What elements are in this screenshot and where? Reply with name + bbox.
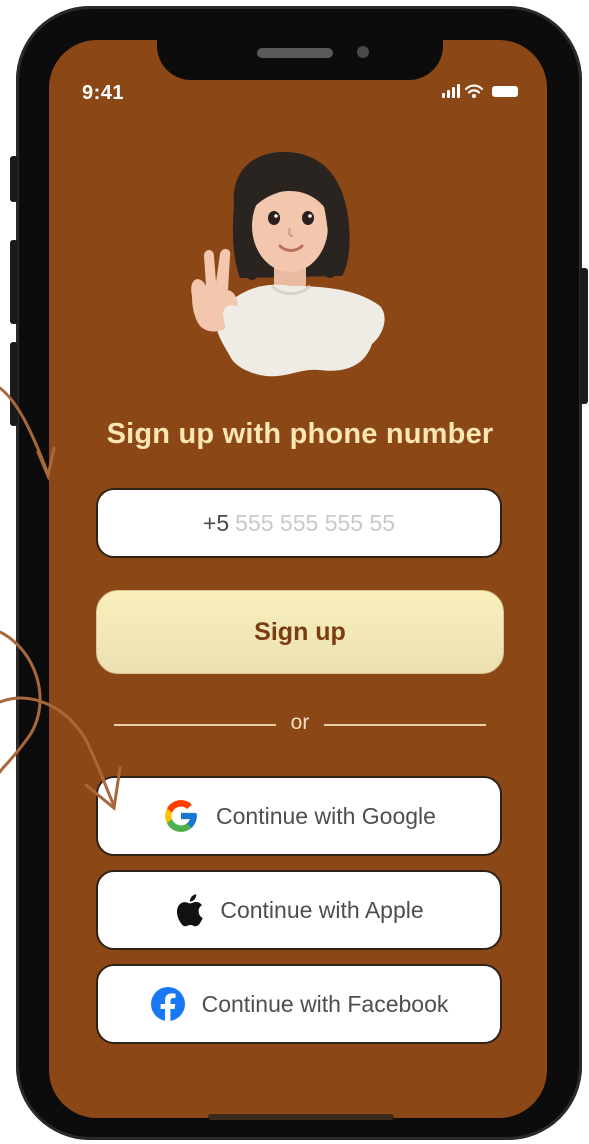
battery-icon	[492, 85, 518, 97]
speaker-grille	[257, 48, 333, 58]
facebook-button-label: Continue with Facebook	[201, 990, 449, 1017]
page-title: Sign up with phone number	[106, 418, 494, 450]
mute-switch	[10, 156, 18, 202]
continue-with-apple-button[interactable]: Continue with Apple	[96, 870, 502, 950]
google-button-label: Continue with Google	[216, 802, 436, 829]
continue-with-google-button[interactable]: Continue with Google	[96, 776, 502, 856]
signup-button-label: Sign up	[254, 617, 346, 646]
status-time: 9:41	[82, 82, 125, 104]
country-code-prefix: +5	[202, 509, 230, 536]
volume-up-button	[10, 240, 18, 324]
front-camera	[357, 46, 369, 58]
signal-icon	[442, 84, 460, 98]
divider-or: or	[290, 711, 310, 734]
phone-number-input[interactable]: +5 555 555 555 55	[96, 488, 502, 558]
notch	[157, 30, 443, 80]
apple-button-label: Continue with Apple	[220, 896, 424, 923]
google-icon	[165, 800, 197, 832]
status-icons	[442, 80, 540, 102]
phone-placeholder: 555 555 555 55	[235, 509, 396, 536]
power-button	[580, 268, 588, 404]
signup-button[interactable]: Sign up	[96, 590, 504, 674]
avatar-illustration	[191, 151, 385, 377]
home-indicator	[208, 1114, 394, 1120]
wifi-icon	[465, 84, 483, 98]
divider-line-right	[324, 724, 486, 726]
continue-with-facebook-button[interactable]: Continue with Facebook	[96, 964, 502, 1044]
volume-down-button	[10, 342, 18, 426]
divider-line-left	[114, 724, 276, 726]
apple-icon	[177, 894, 204, 927]
facebook-icon	[150, 987, 185, 1022]
